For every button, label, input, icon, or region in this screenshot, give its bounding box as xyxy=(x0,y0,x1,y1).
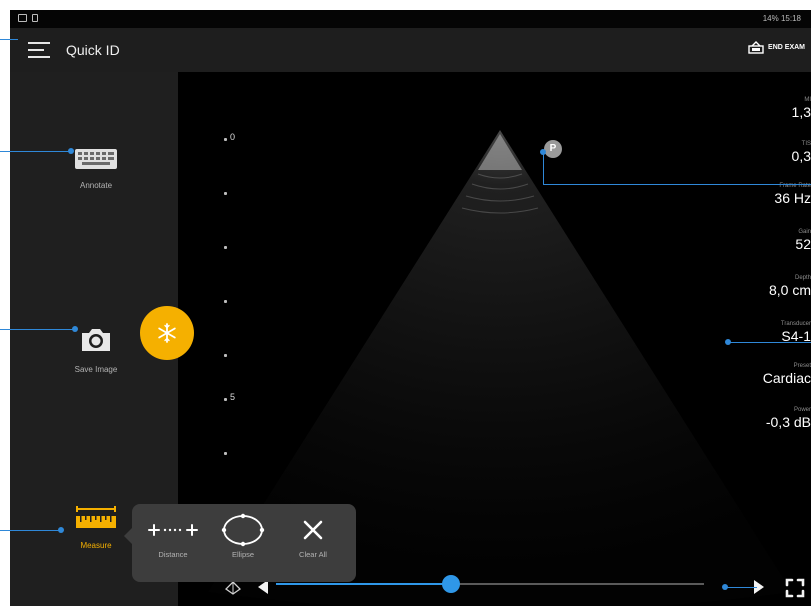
distance-icon xyxy=(142,512,204,548)
orientation-marker: P xyxy=(544,140,562,158)
depth-label-5: 5 xyxy=(230,392,236,402)
param-transducer: Transducer S4-1 xyxy=(781,320,811,344)
depth-tick xyxy=(224,452,227,455)
app-bar: Quick ID END EXAM xyxy=(10,28,811,72)
callout-line-marker-vertical xyxy=(543,152,544,184)
param-key: Power xyxy=(793,407,811,413)
close-icon xyxy=(282,512,344,548)
image-icon xyxy=(18,14,27,22)
param-preset: Preset Cardiac xyxy=(763,362,811,386)
freeze-button[interactable] xyxy=(140,306,194,360)
param-frame-rate: Frame Rate 36 Hz xyxy=(774,182,811,206)
param-value: 36 Hz xyxy=(774,190,811,206)
callout-dot-slider xyxy=(722,584,728,590)
clear-all-label: Clear All xyxy=(299,550,327,559)
param-value: 1,3 xyxy=(791,104,811,120)
status-battery-time: 14% 15:18 xyxy=(762,14,801,23)
param-key: MI xyxy=(804,97,811,103)
param-key: Depth xyxy=(794,275,811,281)
save-image-button[interactable]: Save Image xyxy=(36,326,156,374)
callout-dot-annotate xyxy=(68,148,74,154)
end-exam-button[interactable]: END EXAM xyxy=(748,40,805,54)
save-image-label: Save Image xyxy=(74,365,118,374)
menu-icon[interactable] xyxy=(28,42,50,58)
depth-tick xyxy=(224,398,227,401)
lock-icon xyxy=(32,14,38,22)
depth-tick xyxy=(224,246,227,249)
callout-dot-marker xyxy=(540,149,546,155)
orientation-flip-icon[interactable] xyxy=(224,580,242,596)
measure-options-popup: Distance Ellipse Clear All xyxy=(124,504,356,582)
distance-label: Distance xyxy=(158,550,188,559)
callout-line-annotate xyxy=(0,151,72,152)
param-depth: Depth 8,0 cm xyxy=(769,274,811,298)
ruler-icon xyxy=(76,506,116,528)
param-value: 52 xyxy=(795,236,811,252)
device-screen: 14% 15:18 Quick ID END EXAM Annotate Sav… xyxy=(10,10,811,606)
param-gain: Gain 52 xyxy=(795,228,811,252)
app-title: Quick ID xyxy=(66,42,120,58)
snowflake-icon xyxy=(158,323,176,343)
cine-slider-fill xyxy=(276,583,452,585)
status-bar: 14% 15:18 xyxy=(10,10,811,28)
param-value: 8,0 cm xyxy=(768,282,811,298)
annotate-label: Annotate xyxy=(79,181,113,190)
callout-line-parameters xyxy=(728,342,811,343)
param-value: -0,3 dB xyxy=(765,414,811,430)
callout-dot-parameters xyxy=(725,339,731,345)
param-mi: MI 1,3 xyxy=(792,96,811,120)
end-exam-icon xyxy=(748,41,764,54)
callout-line-measure xyxy=(0,530,62,531)
distance-button[interactable]: Distance xyxy=(142,512,204,559)
fullscreen-icon[interactable] xyxy=(785,578,805,598)
callout-line-marker xyxy=(543,184,811,185)
depth-tick xyxy=(224,138,227,141)
param-power: Power -0,3 dB xyxy=(766,406,811,430)
ellipse-button[interactable]: Ellipse xyxy=(212,512,274,559)
param-tis: TIS 0,3 xyxy=(792,140,811,164)
param-key: Transducer xyxy=(780,321,811,327)
callout-line-slider xyxy=(725,587,757,588)
param-key: TIS xyxy=(801,141,811,147)
clear-all-button[interactable]: Clear All xyxy=(282,512,344,559)
callout-dot-save-image xyxy=(72,326,78,332)
depth-scale: 0 5 xyxy=(216,122,246,482)
end-exam-label: END EXAM xyxy=(768,43,805,51)
param-value: 0,3 xyxy=(791,148,811,164)
depth-tick xyxy=(224,192,227,195)
param-key: Preset xyxy=(793,363,811,369)
ellipse-label: Ellipse xyxy=(231,550,255,559)
annotate-button[interactable]: Annotate xyxy=(36,148,156,190)
param-value: Cardiac xyxy=(762,370,811,386)
depth-label-0: 0 xyxy=(230,132,236,142)
screen: 14% 15:18 Quick ID END EXAM Annotate Sav… xyxy=(0,0,811,606)
camera-icon xyxy=(82,329,110,351)
depth-tick xyxy=(224,354,227,357)
callout-line-save-image xyxy=(0,329,76,330)
depth-tick xyxy=(224,300,227,303)
keyboard-icon xyxy=(75,149,117,169)
ellipse-icon xyxy=(212,512,274,548)
param-key: Gain xyxy=(798,229,811,235)
status-icons xyxy=(18,14,38,22)
callout-dot-measure xyxy=(58,527,64,533)
callout-line-menu xyxy=(0,39,18,40)
